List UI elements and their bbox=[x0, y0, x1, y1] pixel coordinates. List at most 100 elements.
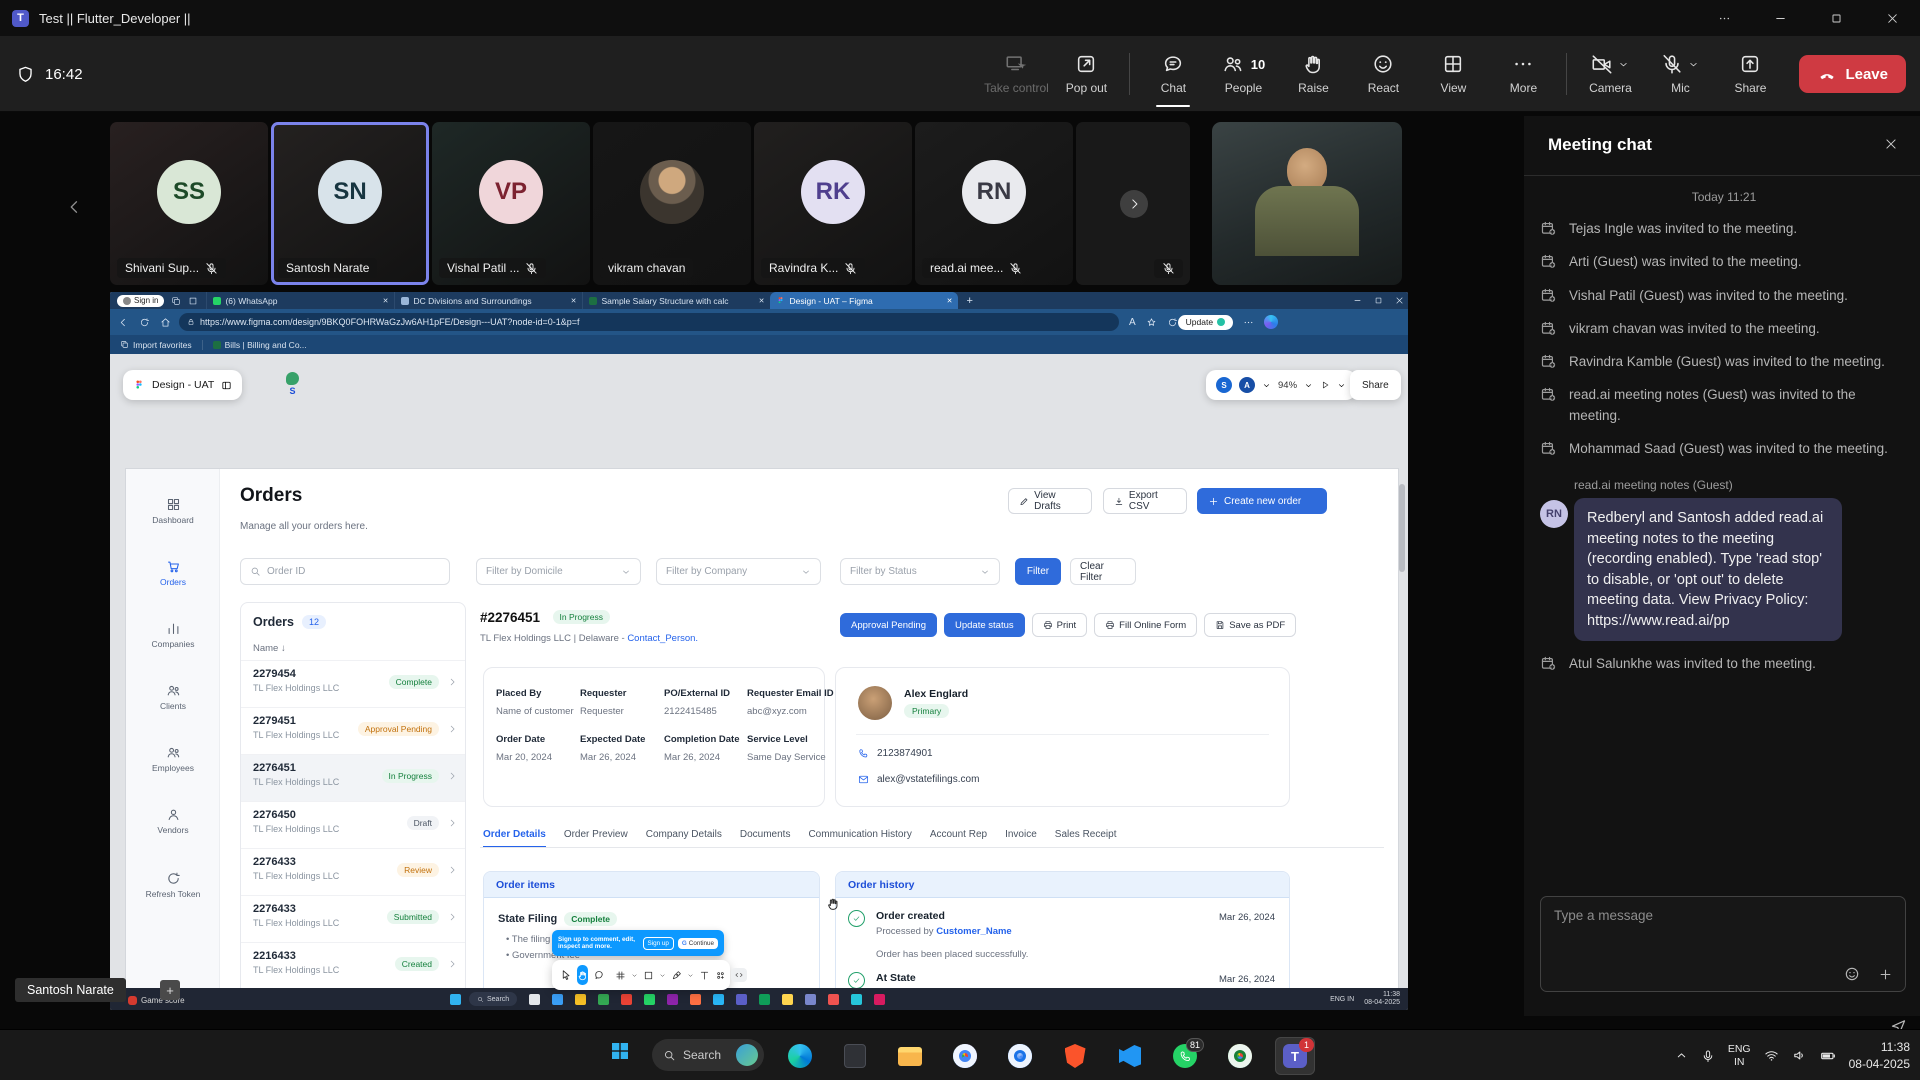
participant-video-tile[interactable]: SSShivani Sup... bbox=[110, 122, 268, 285]
raise-button[interactable]: Raise bbox=[1282, 39, 1344, 109]
tab-account-rep[interactable]: Account Rep bbox=[930, 829, 987, 848]
leave-button[interactable]: Leave bbox=[1799, 55, 1906, 93]
emoji-icon[interactable] bbox=[1844, 966, 1860, 982]
close-tab-icon[interactable]: ✕ bbox=[571, 297, 577, 305]
share-pinned-app-icon[interactable] bbox=[529, 994, 540, 1005]
battery-icon[interactable] bbox=[1820, 1048, 1836, 1064]
share-pinned-app-icon[interactable] bbox=[828, 994, 839, 1005]
zoom-level[interactable]: 94% bbox=[1278, 380, 1297, 391]
previous-participants-icon[interactable] bbox=[66, 198, 84, 216]
collections-icon[interactable] bbox=[1167, 317, 1178, 328]
share-pinned-app-icon[interactable] bbox=[805, 994, 816, 1005]
share-pinned-app-icon[interactable] bbox=[851, 994, 862, 1005]
chevron-down-icon[interactable] bbox=[1618, 59, 1629, 70]
titlebar-more-icon[interactable] bbox=[1696, 0, 1752, 36]
detail-action-button[interactable]: Save as PDF bbox=[1204, 613, 1296, 637]
chevron-down-icon[interactable] bbox=[1262, 381, 1271, 390]
view-drafts-button[interactable]: View Drafts bbox=[1008, 488, 1092, 514]
taskbar-app-chrome-profile[interactable] bbox=[1220, 1037, 1260, 1075]
text-tool-icon[interactable] bbox=[699, 970, 710, 981]
close-chat-icon[interactable] bbox=[1884, 137, 1898, 151]
share-pinned-app-icon[interactable] bbox=[782, 994, 793, 1005]
chat-message-input[interactable]: Type a message bbox=[1540, 896, 1906, 992]
detail-action-button[interactable]: Update status bbox=[944, 613, 1025, 637]
chevron-right-icon[interactable] bbox=[447, 771, 457, 781]
attach-plus-icon[interactable] bbox=[1878, 967, 1893, 982]
pop-out-button[interactable]: Pop out bbox=[1055, 39, 1117, 109]
resources-tool-icon[interactable] bbox=[715, 970, 726, 981]
customer-name-link[interactable]: Customer_Name bbox=[936, 926, 1012, 937]
close-tab-icon[interactable]: ✕ bbox=[759, 297, 765, 305]
chevron-right-icon[interactable] bbox=[447, 677, 457, 687]
chevron-down-icon[interactable] bbox=[1688, 59, 1699, 70]
tab-order-details[interactable]: Order Details bbox=[483, 829, 546, 848]
order-list-row[interactable]: 2276450TL Flex Holdings LLCDraft bbox=[241, 801, 465, 848]
volume-icon[interactable] bbox=[1792, 1048, 1807, 1063]
workspaces-icon[interactable] bbox=[171, 296, 181, 306]
share-pinned-app-icon[interactable] bbox=[621, 994, 632, 1005]
browser-tab[interactable]: DC Divisions and Surroundings✕ bbox=[394, 292, 582, 309]
comment-tool-icon[interactable] bbox=[593, 969, 605, 981]
tab-documents[interactable]: Documents bbox=[740, 829, 791, 848]
browser-update-button[interactable]: Update bbox=[1178, 315, 1233, 330]
bookmark-import-favorites[interactable]: Import favorites bbox=[120, 340, 192, 350]
chevron-down-icon[interactable] bbox=[631, 972, 638, 979]
read-aloud-icon[interactable]: A bbox=[1129, 317, 1136, 328]
figma-share-button[interactable]: Share bbox=[1350, 370, 1401, 400]
hand-tool-icon[interactable] bbox=[577, 965, 588, 985]
hidden-icons-chevron-icon[interactable] bbox=[1675, 1049, 1688, 1062]
taskbar-app-chromium[interactable] bbox=[1000, 1037, 1040, 1075]
chevron-down-icon[interactable] bbox=[687, 972, 694, 979]
order-list-row[interactable]: 2216433TL Flex Holdings LLCCreated bbox=[241, 942, 465, 989]
browser-minimize-icon[interactable] bbox=[1353, 296, 1362, 305]
chevron-right-icon[interactable] bbox=[1127, 197, 1141, 211]
dev-mode-icon[interactable] bbox=[731, 968, 747, 982]
back-icon[interactable] bbox=[118, 317, 129, 328]
share-pinned-app-icon[interactable] bbox=[644, 994, 655, 1005]
taskbar-clock[interactable]: 11:3808-04-2025 bbox=[1849, 1039, 1910, 1071]
camera-button[interactable]: Camera bbox=[1579, 39, 1641, 109]
taskbar-app-vscode[interactable] bbox=[1110, 1037, 1150, 1075]
detail-action-button[interactable]: Fill Online Form bbox=[1094, 613, 1197, 637]
share-pinned-app-icon[interactable] bbox=[598, 994, 609, 1005]
shape-tool-icon[interactable] bbox=[643, 970, 654, 981]
tray-mic-icon[interactable] bbox=[1701, 1049, 1715, 1063]
language-indicator[interactable]: ENGIN bbox=[1728, 1043, 1751, 1067]
chevron-left-icon[interactable] bbox=[66, 198, 84, 216]
share-search-box[interactable]: Search bbox=[469, 992, 517, 1006]
filter-button[interactable]: Filter bbox=[1015, 558, 1061, 585]
tab-invoice[interactable]: Invoice bbox=[1005, 829, 1037, 848]
figma-signup-button[interactable]: Sign up bbox=[643, 937, 674, 950]
sidebar-item-orders[interactable]: Orders bbox=[126, 559, 220, 587]
close-tab-icon[interactable]: ✕ bbox=[383, 297, 389, 305]
taskbar-app-file-explorer[interactable] bbox=[890, 1037, 930, 1075]
chevron-right-icon[interactable] bbox=[447, 865, 457, 875]
share-pinned-app-icon[interactable] bbox=[552, 994, 563, 1005]
share-pinned-app-icon[interactable] bbox=[713, 994, 724, 1005]
order-list-row[interactable]: 2276433TL Flex Holdings LLCReview bbox=[241, 848, 465, 895]
sidebar-item-employees[interactable]: Employees bbox=[126, 745, 220, 773]
workspaces-icon[interactable] bbox=[171, 296, 181, 306]
close-tab-icon[interactable]: ✕ bbox=[947, 297, 953, 305]
layout-panel-icon[interactable] bbox=[221, 380, 232, 391]
browser-maximize-icon[interactable] bbox=[1374, 296, 1383, 305]
chevron-right-icon[interactable] bbox=[447, 724, 457, 734]
close-icon[interactable] bbox=[1864, 0, 1920, 36]
order-list-row[interactable]: 2279451TL Flex Holdings LLCApproval Pend… bbox=[241, 707, 465, 754]
next-participants-icon[interactable] bbox=[1120, 190, 1148, 218]
participant-video-tile[interactable]: vikram chavan bbox=[593, 122, 751, 285]
chevron-right-icon[interactable] bbox=[447, 912, 457, 922]
chevron-down-icon[interactable] bbox=[659, 972, 666, 979]
wifi-icon[interactable] bbox=[1764, 1048, 1779, 1063]
taskbar-app-edge[interactable] bbox=[780, 1037, 820, 1075]
frame-tool-icon[interactable] bbox=[615, 970, 626, 981]
chat-button[interactable]: Chat bbox=[1142, 39, 1204, 109]
tab-company-details[interactable]: Company Details bbox=[646, 829, 722, 848]
home-icon[interactable] bbox=[160, 317, 171, 328]
browser-tab[interactable]: Design - UAT – Figma✕ bbox=[770, 292, 958, 309]
address-bar[interactable]: https://www.figma.com/design/9BKQ0FOHRWa… bbox=[179, 313, 1119, 331]
add-button[interactable]: + bbox=[160, 980, 180, 1000]
sidebar-item-companies[interactable]: Companies bbox=[126, 621, 220, 649]
filter-by-status-dropdown[interactable]: Filter by Status bbox=[840, 558, 1000, 585]
taskbar-app-brave[interactable] bbox=[1055, 1037, 1095, 1075]
